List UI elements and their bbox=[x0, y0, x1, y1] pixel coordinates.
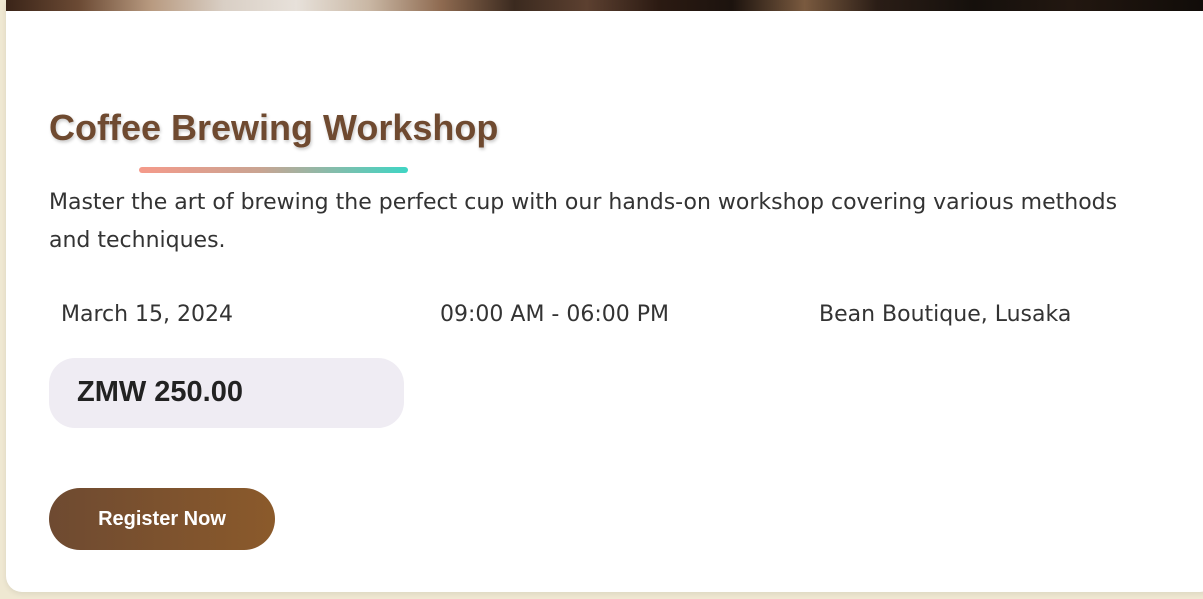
event-date: March 15, 2024 bbox=[61, 302, 234, 327]
event-location: Bean Boutique, Lusaka bbox=[819, 302, 1072, 327]
title-underline bbox=[139, 167, 408, 173]
event-card: Coffee Brewing Workshop Master the art o… bbox=[6, 0, 1203, 592]
hero-image bbox=[6, 0, 1203, 11]
event-title: Coffee Brewing Workshop bbox=[49, 107, 499, 148]
register-button[interactable]: Register Now bbox=[49, 488, 275, 550]
event-description: Master the art of brewing the perfect cu… bbox=[49, 190, 1118, 253]
event-time: 09:00 AM - 06:00 PM bbox=[440, 302, 669, 327]
event-price: ZMW 250.00 bbox=[77, 376, 243, 408]
price-badge: ZMW 250.00 bbox=[49, 358, 404, 428]
